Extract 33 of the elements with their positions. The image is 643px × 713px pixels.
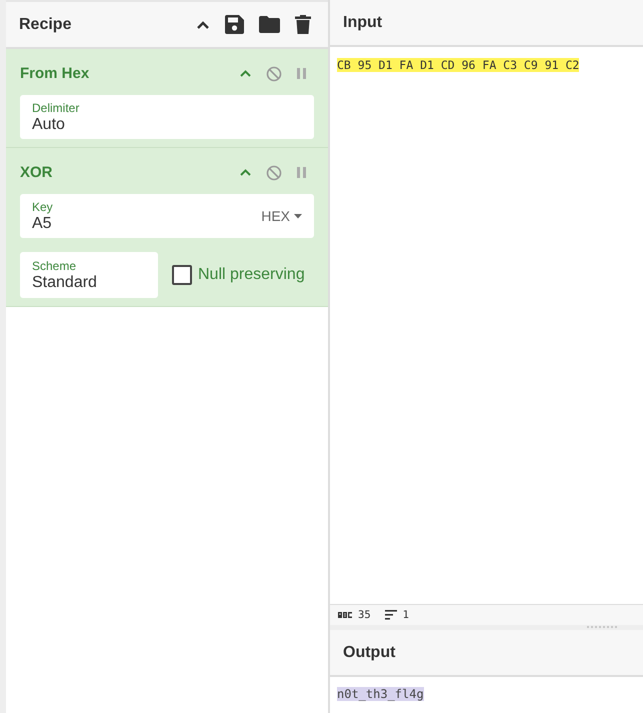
input-field[interactable]: Key A5 HEX (20, 194, 314, 238)
line-count: 1 (402, 609, 409, 621)
field-value: Auto (32, 116, 66, 134)
pause-icon[interactable] (297, 167, 306, 178)
format-dropdown[interactable]: HEX (261, 208, 302, 224)
disable-icon[interactable] (266, 164, 282, 180)
save-icon[interactable] (225, 15, 244, 34)
input-field[interactable]: Delimiter Auto (20, 95, 314, 139)
field-value: A5 (32, 214, 53, 232)
checkbox[interactable] (172, 265, 192, 285)
chevron-up-icon[interactable] (196, 20, 210, 30)
field-label: Delimiter (32, 100, 80, 114)
operation-name: XOR (20, 164, 53, 181)
checkbox-label: Null preserving (198, 266, 305, 284)
operation-name: From Hex (20, 65, 90, 82)
disable-icon[interactable] (266, 66, 282, 82)
folder-icon[interactable] (259, 16, 280, 33)
character-count: 35 (358, 609, 371, 621)
trash-icon[interactable] (295, 15, 311, 34)
caret-icon (294, 214, 302, 218)
field-label: Scheme (32, 258, 78, 272)
field-value: Standard (32, 274, 98, 292)
panel-title: Output (343, 644, 396, 662)
input-field[interactable]: Scheme Standard (20, 252, 158, 298)
output-text: n0t_th3_fl4g (337, 687, 424, 701)
line-count-icon (384, 610, 397, 620)
field-label: Key (32, 200, 54, 214)
character-count-icon (338, 612, 352, 618)
panel-title: Input (343, 14, 382, 32)
pause-icon[interactable] (297, 68, 306, 79)
resize-handle-icon[interactable] (587, 626, 617, 629)
panel-title: Recipe (19, 16, 72, 34)
input-text[interactable]: CB 95 D1 FA D1 CD 96 FA C3 C9 91 C2 (337, 58, 580, 72)
